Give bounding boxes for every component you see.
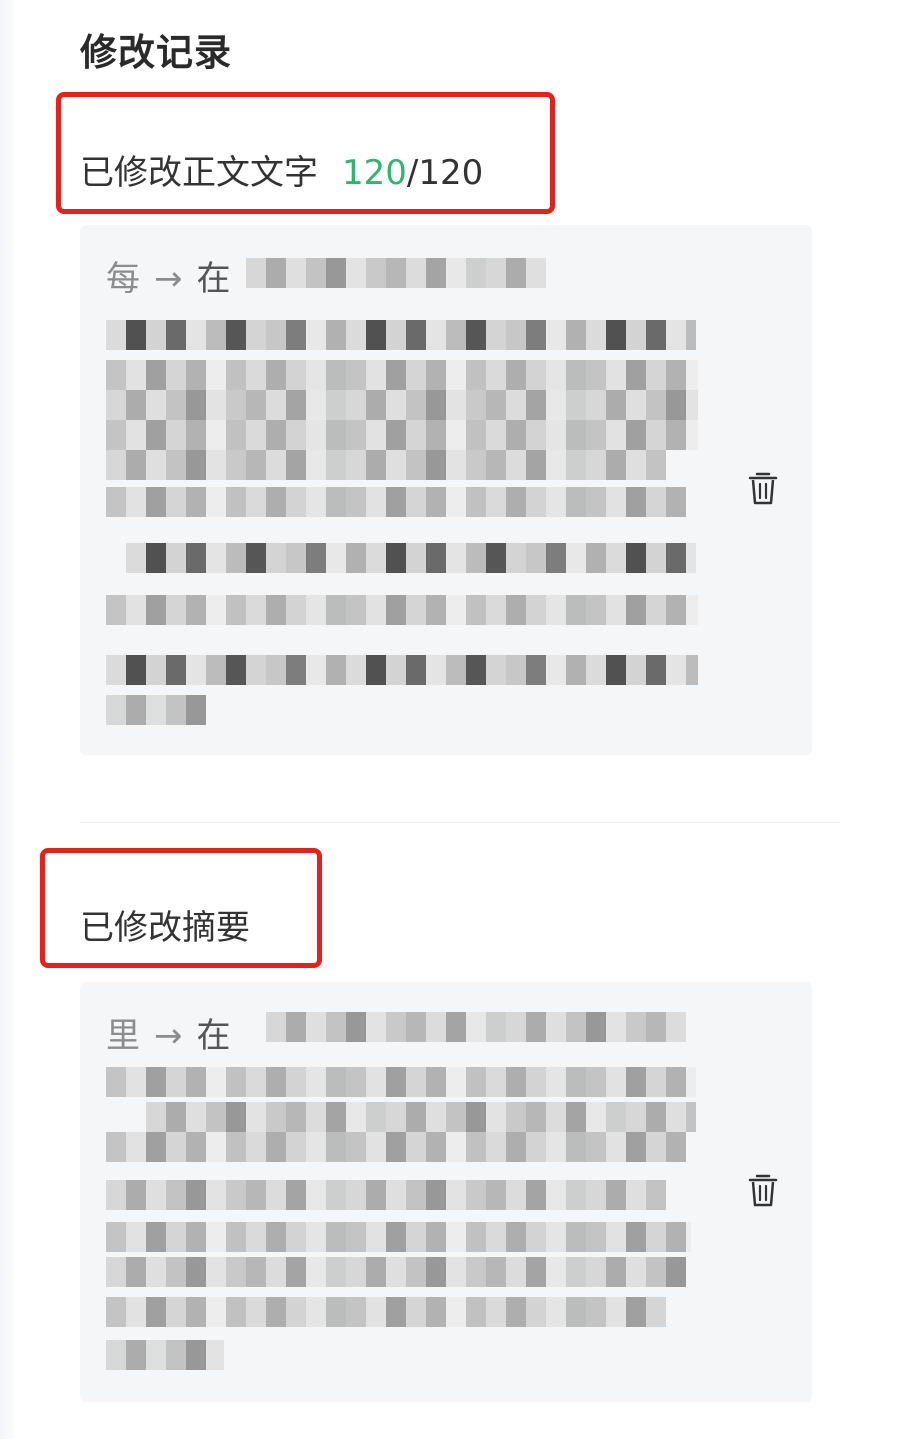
original-word: 里 (106, 1016, 140, 1056)
section-divider (80, 822, 840, 823)
edit-count-total: 120 (418, 153, 484, 193)
arrow-icon: → (154, 259, 183, 299)
change-line: 里 → 在 (106, 1008, 231, 1057)
edit-count-current: 120 (342, 153, 407, 193)
record-label: 已修改正文文字 120/120 (80, 145, 483, 194)
delete-button[interactable] (741, 1170, 785, 1214)
record-label: 已修改摘要 (80, 900, 250, 949)
record-card: 里 → 在 (80, 982, 812, 1402)
original-word: 每 (106, 259, 140, 299)
edit-count-separator: / (406, 153, 419, 193)
record-card: 每 → 在 (80, 225, 812, 755)
change-line: 每 → 在 (106, 251, 231, 300)
page-title: 修改记录 (80, 31, 232, 74)
delete-button[interactable] (741, 468, 785, 512)
record-label-text: 已修改摘要 (80, 908, 250, 948)
trash-icon (748, 1172, 778, 1212)
trash-icon (748, 470, 778, 510)
record-label-text: 已修改正文文字 (80, 153, 318, 193)
replacement-word: 在 (196, 1016, 231, 1056)
panel-left-edge (0, 0, 14, 1439)
replacement-word: 在 (196, 259, 231, 299)
arrow-icon: → (154, 1016, 183, 1056)
